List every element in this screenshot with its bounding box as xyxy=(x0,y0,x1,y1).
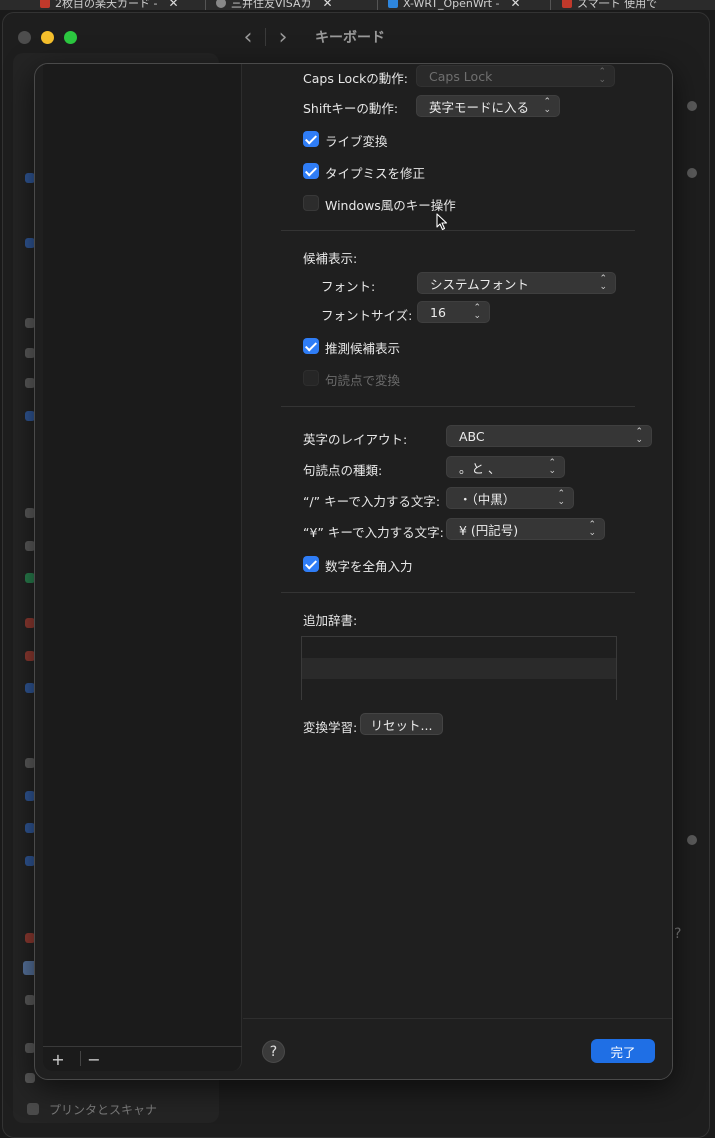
english-layout-value: ABC xyxy=(459,428,485,444)
window-minimize-button[interactable] xyxy=(41,31,54,44)
punctuation-convert-checkbox xyxy=(303,370,319,386)
footer-separator xyxy=(80,1051,81,1066)
live-conversion-checkbox[interactable] xyxy=(303,131,319,147)
tab-separator xyxy=(205,0,206,10)
live-conversion-label: ライブ変換 xyxy=(325,134,388,149)
fullwidth-numbers-label: 数字を全角入力 xyxy=(325,559,413,574)
sheet-footer: ? 完了 xyxy=(243,1018,672,1079)
english-layout-popup[interactable]: ABC ⌃ ⌄ xyxy=(446,425,652,447)
browser-tab-label: X-WRT_OpenWrt - xyxy=(403,0,500,10)
sidebar-icon xyxy=(25,1073,35,1083)
up-down-chevron-icon: ⌃ ⌄ xyxy=(548,458,556,476)
printer-icon xyxy=(27,1103,39,1115)
up-down-chevron-icon: ⌃ ⌄ xyxy=(635,427,643,445)
tab-close-icon[interactable]: ✕ xyxy=(322,0,332,10)
avatar-icon xyxy=(687,101,697,111)
up-down-chevron-icon: ⌃ ⌄ xyxy=(543,97,551,115)
toggle-icon xyxy=(687,835,697,845)
remove-input-source-button[interactable]: − xyxy=(83,1050,105,1069)
windows-keys-checkbox[interactable] xyxy=(303,195,319,211)
favicon-icon xyxy=(388,0,398,8)
help-button[interactable]: ? xyxy=(262,1040,285,1063)
caps-lock-label: Caps Lockの動作: xyxy=(303,71,409,86)
window-title: キーボード xyxy=(315,30,385,46)
favicon-icon xyxy=(216,0,226,8)
slash-key-popup[interactable]: ・（中黒） ⌃ ⌄ xyxy=(446,487,574,509)
slash-key-value: ・（中黒） xyxy=(459,491,516,507)
up-down-chevron-icon: ⌃ ⌄ xyxy=(473,303,481,321)
reset-learning-button[interactable]: リセット... xyxy=(360,713,443,735)
english-layout-label: 英字のレイアウト: xyxy=(303,432,408,447)
punctuation-convert-label: 句読点で変換 xyxy=(325,373,401,388)
slash-key-label: “/” キーで入力する文字: xyxy=(303,494,441,509)
yen-key-label: “¥” キーで入力する文字: xyxy=(303,525,444,540)
chevron-right-icon[interactable]: › xyxy=(266,23,300,51)
yen-key-popup[interactable]: ¥ (円記号) ⌃ ⌄ xyxy=(446,518,605,540)
tab-separator xyxy=(550,0,551,10)
section-divider xyxy=(281,406,635,407)
list-item[interactable] xyxy=(302,658,616,679)
additional-dictionary-label: 追加辞書: xyxy=(303,613,358,628)
up-down-chevron-icon: ⌃ ⌄ xyxy=(598,67,606,85)
settings-help-icon[interactable]: ? xyxy=(674,926,681,942)
toggle-icon xyxy=(687,168,697,178)
tab-separator xyxy=(377,0,378,10)
browser-tab-strip: 2枚目の楽天カード - ✕ 三井住友VISAカ ✕ X-WRT_OpenWrt … xyxy=(0,0,715,10)
shift-key-value: 英字モードに入る xyxy=(429,99,530,115)
browser-tab-smbc[interactable]: 三井住友VISAカ ✕ xyxy=(216,0,333,10)
font-label: フォント: xyxy=(321,279,376,294)
typo-correction-label: タイプミスを修正 xyxy=(325,166,426,181)
caps-lock-popup[interactable]: Caps Lock ⌃ ⌄ xyxy=(416,65,615,87)
input-source-sheet: + − Caps Lockの動作: Caps Lock ⌃ ⌄ Shiftキーの動… xyxy=(34,63,673,1080)
windows-keys-label: Windows風のキー操作 xyxy=(325,198,456,213)
dictionary-list[interactable] xyxy=(301,636,617,700)
shift-key-label: Shiftキーの動作: xyxy=(303,101,399,116)
section-divider xyxy=(281,230,635,231)
add-input-source-button[interactable]: + xyxy=(47,1050,69,1069)
mouse-cursor-icon xyxy=(436,213,448,231)
conversion-learning-label: 変換学習: xyxy=(303,720,358,735)
candidates-heading: 候補表示: xyxy=(303,251,358,266)
up-down-chevron-icon: ⌃ ⌄ xyxy=(588,520,596,538)
sidebar-item-printers[interactable]: プリンタとスキャナ xyxy=(49,1101,157,1118)
predictive-candidates-checkbox[interactable] xyxy=(303,338,319,354)
browser-tab-label: 三井住友VISAカ xyxy=(231,0,312,10)
font-popup[interactable]: システムフォント ⌃ ⌄ xyxy=(417,272,616,294)
input-source-list[interactable]: + − xyxy=(43,64,242,1071)
input-source-options: Caps Lockの動作: Caps Lock ⌃ ⌄ Shiftキーの動作: 英… xyxy=(243,64,672,1018)
up-down-chevron-icon: ⌃ ⌄ xyxy=(599,274,607,292)
font-size-label: フォントサイズ: xyxy=(321,308,413,323)
typo-correction-checkbox[interactable] xyxy=(303,163,319,179)
caps-lock-value: Caps Lock xyxy=(429,68,493,84)
font-size-value: 16 xyxy=(430,304,446,320)
browser-tab-rakuten[interactable]: 2枚目の楽天カード - ✕ xyxy=(40,0,179,10)
window-zoom-button[interactable] xyxy=(64,31,77,44)
shift-key-popup[interactable]: 英字モードに入る ⌃ ⌄ xyxy=(416,95,560,117)
input-source-list-footer: + − xyxy=(43,1046,242,1071)
yen-key-value: ¥ (円記号) xyxy=(459,522,519,538)
up-down-chevron-icon: ⌃ ⌄ xyxy=(557,489,565,507)
browser-tab-smart[interactable]: スマ一ト 使用で xyxy=(562,0,657,10)
favicon-icon xyxy=(562,0,572,8)
fullwidth-numbers-checkbox[interactable] xyxy=(303,556,319,572)
font-value: システムフォント xyxy=(430,276,529,292)
window-close-button[interactable] xyxy=(18,31,31,44)
tab-close-icon[interactable]: ✕ xyxy=(511,0,521,10)
punctuation-type-label: 句読点の種類: xyxy=(303,463,383,478)
list-item[interactable] xyxy=(302,637,616,658)
browser-tab-xwrt[interactable]: X-WRT_OpenWrt - ✕ xyxy=(388,0,521,10)
predictive-candidates-label: 推測候補表示 xyxy=(325,341,401,356)
font-size-popup[interactable]: 16 ⌃ ⌄ xyxy=(417,301,490,323)
list-item[interactable] xyxy=(302,679,616,700)
tab-close-icon[interactable]: ✕ xyxy=(168,0,178,10)
done-button[interactable]: 完了 xyxy=(591,1039,655,1063)
favicon-icon xyxy=(40,0,50,8)
section-divider xyxy=(281,592,635,593)
browser-tab-label: 2枚目の楽天カード - xyxy=(55,0,158,10)
chevron-left-icon[interactable]: ‹ xyxy=(231,23,265,51)
browser-tab-label: スマ一ト 使用で xyxy=(577,0,658,10)
punctuation-type-popup[interactable]: 。と 、 ⌃ ⌄ xyxy=(446,456,565,478)
punctuation-type-value: 。と 、 xyxy=(459,460,501,476)
